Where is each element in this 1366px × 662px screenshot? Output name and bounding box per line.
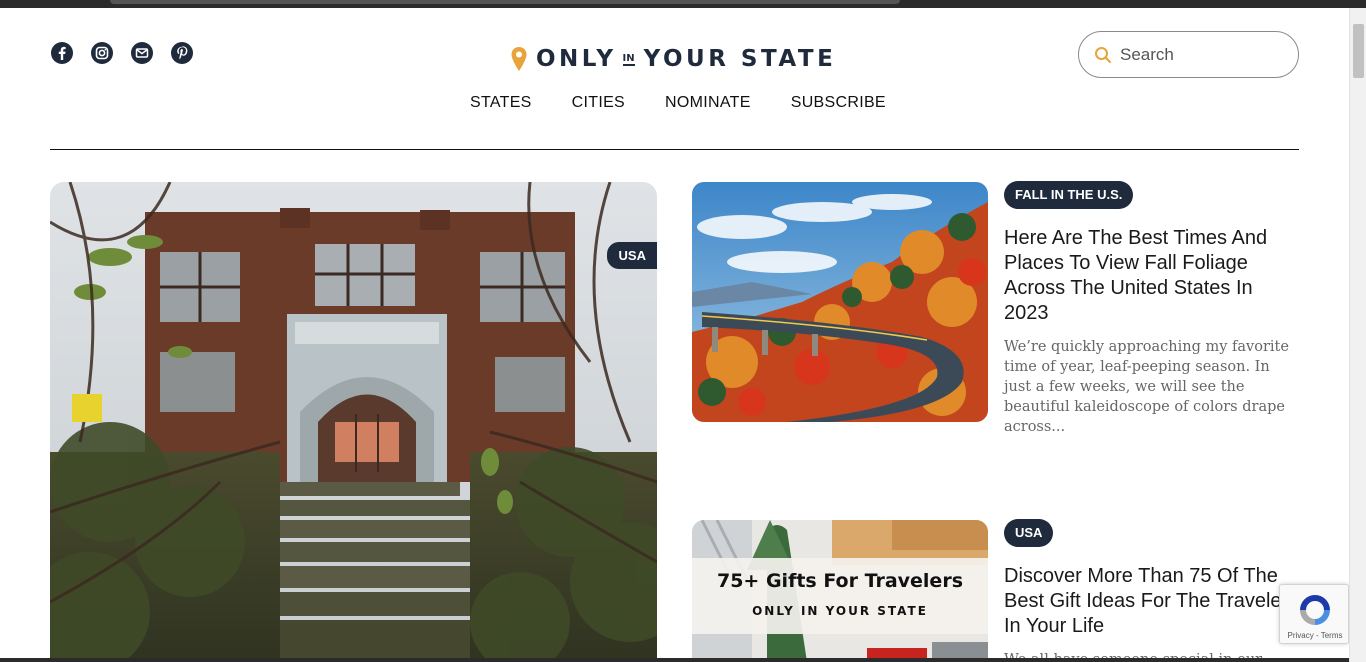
facebook-icon[interactable]: [50, 41, 74, 65]
hero-article-image[interactable]: USA: [50, 182, 657, 662]
map-pin-icon: [511, 47, 527, 71]
logo-word-your-state: YOUR STATE: [643, 46, 837, 72]
browser-top-bar: [0, 0, 1366, 8]
article-tag[interactable]: FALL IN THE U.S.: [1004, 181, 1134, 209]
search-box[interactable]: [1078, 31, 1299, 78]
fall-foliage-image: [692, 182, 988, 422]
article-image-gifts[interactable]: 75+ Gifts For Travelers ONLY IN YOUR STA…: [692, 520, 988, 662]
search-icon: [1095, 46, 1111, 63]
nav-item-nominate[interactable]: NOMINATE: [665, 94, 751, 112]
recaptcha-icon: [1300, 595, 1330, 625]
logo-word-only: ONLY: [536, 46, 617, 72]
recaptcha-links[interactable]: Privacy - Terms: [1280, 631, 1350, 640]
mail-icon[interactable]: [130, 41, 154, 65]
article-title[interactable]: Discover More Than 75 Of The Best Gift I…: [1004, 564, 1294, 639]
recaptcha-badge[interactable]: Privacy - Terms: [1279, 584, 1349, 644]
instagram-icon[interactable]: [90, 41, 114, 65]
social-links: [50, 41, 194, 65]
nav-item-subscribe[interactable]: SUBSCRIBE: [791, 94, 886, 112]
logo-word-in: IN: [622, 52, 635, 66]
gift-image-title: 75+ Gifts For Travelers: [716, 570, 964, 592]
header-divider: [50, 149, 1299, 150]
gift-image-logo: ONLY IN YOUR STATE: [752, 604, 928, 618]
main-nav: STATES CITIES NOMINATE SUBSCRIBE: [470, 94, 886, 112]
article-tag[interactable]: USA: [1004, 519, 1054, 547]
browser-bottom-bar: [0, 658, 1349, 662]
browser-address-pill: [110, 0, 900, 4]
abandoned-school-image: [50, 182, 657, 662]
article-title[interactable]: Here Are The Best Times And Places To Vi…: [1004, 226, 1294, 326]
article-excerpt: We’re quickly approaching my favorite ti…: [1004, 339, 1289, 435]
nav-item-states[interactable]: STATES: [470, 94, 532, 112]
scrollbar-thumb[interactable]: [1353, 24, 1364, 78]
hero-category-badge[interactable]: USA: [606, 242, 657, 269]
search-input[interactable]: [1120, 44, 1280, 65]
article-image-fall-foliage[interactable]: [692, 182, 988, 422]
site-logo[interactable]: ONLY IN YOUR STATE: [510, 44, 836, 74]
nav-item-cities[interactable]: CITIES: [572, 94, 625, 112]
page-scrollbar[interactable]: [1349, 8, 1366, 662]
pinterest-icon[interactable]: [170, 41, 194, 65]
